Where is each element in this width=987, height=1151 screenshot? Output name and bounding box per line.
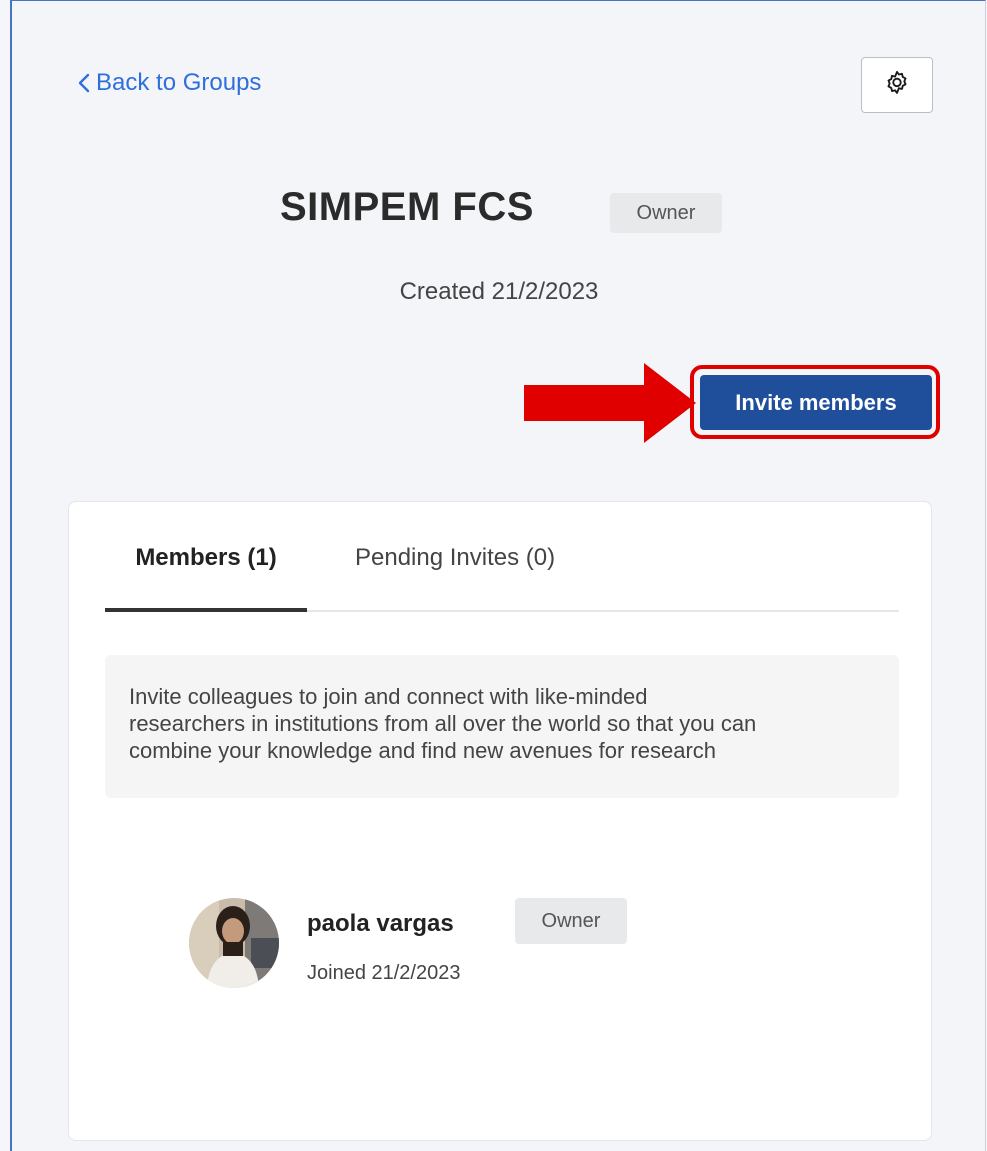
invite-info-box: Invite colleagues to join and connect wi… <box>105 655 899 798</box>
gear-icon <box>883 69 911 102</box>
role-badge: Owner <box>610 193 722 233</box>
group-title: SIMPEM FCS <box>280 185 534 229</box>
members-card: Members (1) Pending Invites (0) Invite c… <box>68 501 932 1141</box>
invite-members-button[interactable]: Invite members <box>700 375 932 430</box>
avatar[interactable] <box>189 898 279 988</box>
info-text-line: Invite colleagues to join and connect wi… <box>129 684 648 709</box>
member-joined-date: Joined 21/2/2023 <box>307 962 461 984</box>
info-text-line: researchers in institutions from all ove… <box>129 711 757 736</box>
tab-pending-invites[interactable]: Pending Invites (0) <box>355 542 615 610</box>
member-row: paola vargas Owner Joined 21/2/2023 <box>189 898 749 998</box>
red-arrow-icon <box>524 363 696 443</box>
info-text-line: combine your knowledge and find new aven… <box>129 738 717 763</box>
created-date: Created 21/2/2023 <box>399 278 599 305</box>
tab-bar: Members (1) Pending Invites (0) <box>105 542 899 612</box>
tab-members[interactable]: Members (1) <box>105 542 307 612</box>
back-to-groups-link[interactable]: Back to Groups <box>76 69 261 97</box>
group-detail-panel: Back to Groups SIMPEM FCS Owner Created … <box>10 0 986 1151</box>
back-link-label: Back to Groups <box>96 69 262 96</box>
member-role-badge: Owner <box>515 898 627 944</box>
settings-button[interactable] <box>861 57 933 113</box>
chevron-left-icon <box>76 71 92 95</box>
member-name[interactable]: paola vargas <box>307 910 454 938</box>
